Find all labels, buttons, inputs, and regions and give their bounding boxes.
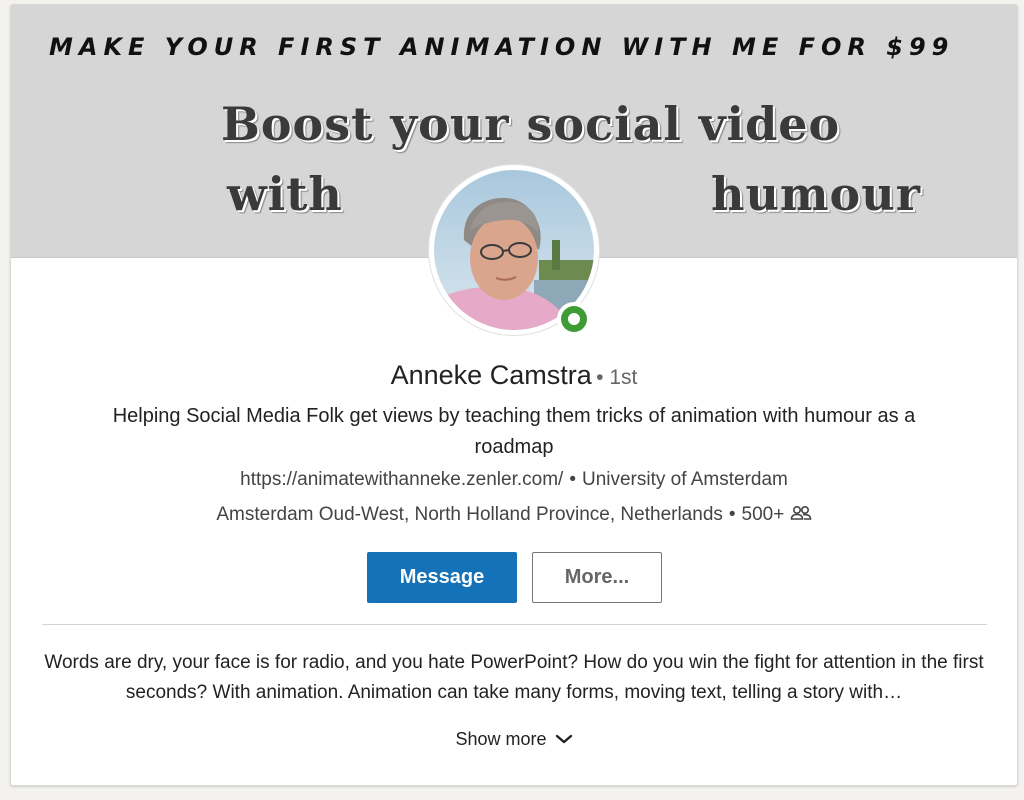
banner-headline-line1: Boost your social video [221, 97, 841, 151]
show-more-label: Show more [455, 729, 547, 749]
more-actions-button[interactable]: More... [532, 552, 662, 603]
profile-name: Anneke Camstra [390, 360, 592, 390]
banner-headline-line2-right: humour [711, 167, 921, 221]
banner-top-text: MAKE YOUR FIRST ANIMATION WITH ME FOR $9… [49, 33, 955, 61]
chevron-down-icon [555, 734, 572, 744]
meta-separator: • [728, 504, 736, 525]
profile-website-link[interactable]: https://animatewithanneke.zenler.com/ [240, 469, 563, 490]
profile-summary: Words are dry, your face is for radio, a… [44, 652, 984, 703]
profile-location: Amsterdam Oud-West, North Holland Provin… [216, 504, 723, 525]
message-button[interactable]: Message [367, 552, 517, 603]
profile-meta-line-2: Amsterdam Oud-West, North Holland Provin… [11, 504, 1017, 526]
profile-meta-line-1: https://animatewithanneke.zenler.com/ • Un… [11, 469, 1017, 491]
profile-connections-link[interactable]: 500+ [742, 504, 812, 525]
profile-headline: Helping Social Media Folk get views by t… [112, 405, 916, 458]
profile-school-link[interactable]: University of Amsterdam [582, 469, 788, 490]
show-more-toggle[interactable]: Show more [11, 729, 1017, 750]
meta-separator: • [569, 469, 576, 490]
connection-degree-badge: • 1st [596, 366, 638, 389]
online-status-indicator [557, 302, 591, 336]
profile-name-line: Anneke Camstra • 1st [11, 360, 1017, 391]
profile-photo[interactable] [429, 165, 599, 336]
connections-count: 500+ [741, 504, 785, 525]
connections-icon [790, 505, 811, 520]
banner-headline-line2-left: with [227, 167, 343, 221]
section-divider [42, 624, 987, 625]
profile-card: MAKE YOUR FIRST ANIMATION WITH ME FOR $9… [10, 4, 1018, 786]
